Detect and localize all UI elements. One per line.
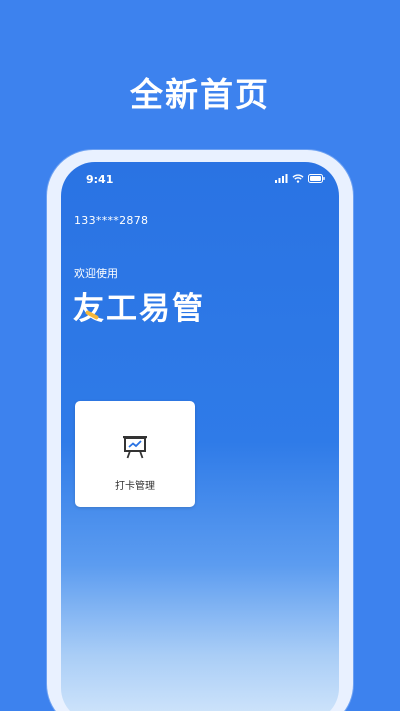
promo-headline: 全新首页 [130,75,270,114]
status-time: 9:41 [86,173,114,186]
brand-title: 友工易管 [73,291,205,327]
account-phone: 133****2878 [74,214,149,227]
signal-icon [275,174,288,183]
status-bar: 9:41 [61,162,339,198]
welcome-subtitle: 欢迎使用 [74,267,118,280]
status-icons [275,174,325,183]
wifi-icon [292,174,304,183]
battery-icon [308,174,325,183]
phone-screen: 9:41 133****2878 欢迎使用 友工易管 打卡管理 [61,162,339,711]
presentation-chart-icon [123,436,147,459]
attendance-card[interactable]: 打卡管理 [75,401,195,507]
brand: 友工易管 [73,283,205,328]
attendance-card-label: 打卡管理 [115,481,155,492]
